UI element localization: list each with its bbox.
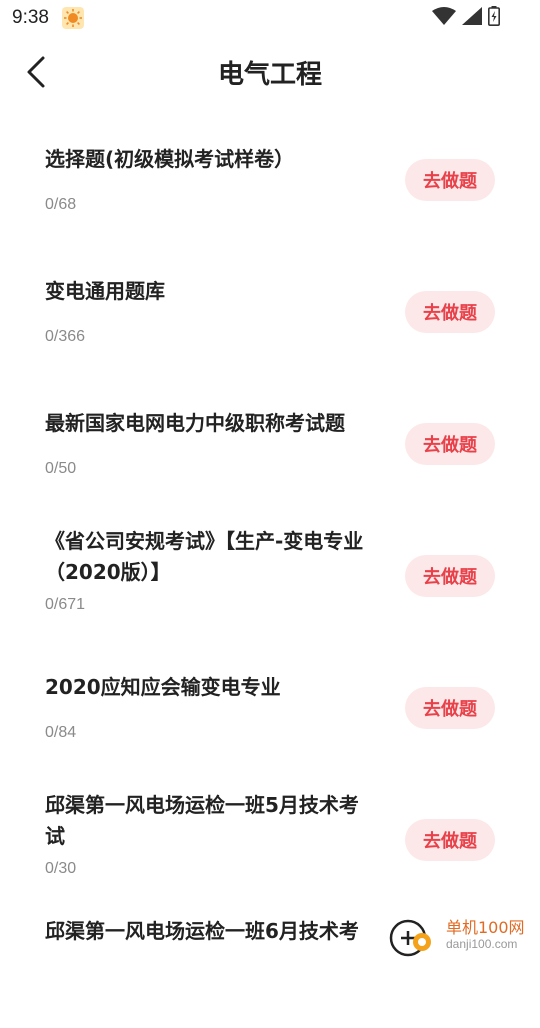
- item-title: 邱渠第一风电场运检一班5月技术考试: [45, 793, 359, 848]
- start-practice-button[interactable]: 去做题: [405, 423, 495, 465]
- logo-icon: [388, 918, 431, 957]
- start-practice-button[interactable]: 去做题: [405, 555, 495, 597]
- list-item[interactable]: 最新国家电网电力中级职称考试题 0/50 去做题: [0, 368, 540, 500]
- status-bar: 9:38: [0, 0, 540, 36]
- item-progress: 0/84: [45, 724, 77, 741]
- list-item[interactable]: 《省公司安规考试》【生产-变电专业（2020版）】 0/671 去做题: [0, 500, 540, 632]
- weather-sun-icon: [62, 7, 84, 29]
- item-title: 《省公司安规考试》【生产-变电专业（2020版）】: [45, 529, 364, 584]
- item-title: 邱渠第一风电场运检一班6月技术考: [45, 919, 359, 943]
- watermark-text: 单机100网 danji100.com: [446, 919, 525, 953]
- start-practice-button[interactable]: 去做题: [405, 819, 495, 861]
- status-time: 9:38: [12, 7, 49, 28]
- battery-icon: [488, 6, 500, 30]
- item-title: 2020应知应会输变电专业: [45, 675, 281, 699]
- watermark-name: 单机100网: [446, 918, 525, 937]
- item-progress: 0/50: [45, 460, 77, 477]
- list-item[interactable]: 变电通用题库 0/366 去做题: [0, 236, 540, 368]
- start-practice-button[interactable]: 去做题: [405, 159, 495, 201]
- item-progress: 0/68: [45, 196, 77, 213]
- item-title: 选择题(初级模拟考试样卷）: [45, 147, 295, 171]
- item-title: 最新国家电网电力中级职称考试题: [45, 411, 345, 435]
- item-progress: 0/671: [45, 596, 86, 613]
- item-progress: 0/30: [45, 860, 77, 877]
- list-item[interactable]: 邱渠第一风电场运检一班5月技术考试 0/30 去做题: [0, 764, 540, 896]
- header: 电气工程: [0, 40, 540, 104]
- list-item[interactable]: 选择题(初级模拟考试样卷） 0/68 去做题: [0, 104, 540, 236]
- watermark-url: danji100.com: [446, 937, 518, 951]
- watermark-logo: 单机100网 danji100.com: [388, 912, 540, 960]
- item-title: 变电通用题库: [45, 279, 165, 303]
- start-practice-button[interactable]: 去做题: [405, 291, 495, 333]
- page-title: 电气工程: [217, 60, 322, 90]
- item-progress: 0/366: [45, 328, 86, 345]
- signal-icon: [462, 7, 482, 29]
- wifi-icon: [432, 7, 456, 29]
- list-item[interactable]: 2020应知应会输变电专业 0/84 去做题: [0, 632, 540, 764]
- exam-list: 选择题(初级模拟考试样卷） 0/68 去做题 变电通用题库 0/366 去做题 …: [0, 104, 540, 1028]
- start-practice-button[interactable]: 去做题: [405, 687, 495, 729]
- status-icons: [432, 6, 500, 30]
